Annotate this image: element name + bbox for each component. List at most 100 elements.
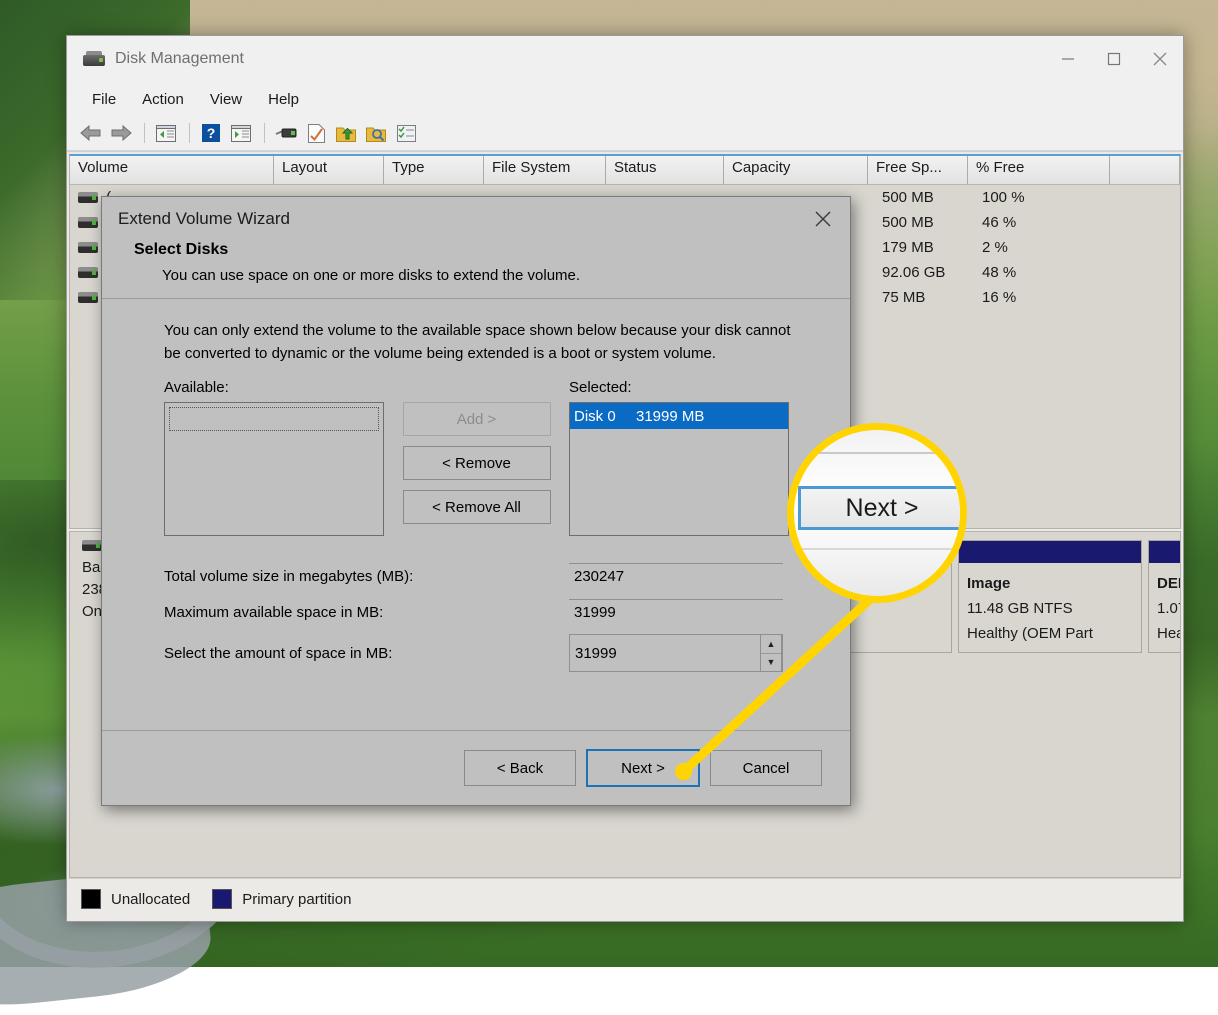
cell-free-space: 500 MB [882,214,982,231]
volume-icon [78,217,98,228]
disk-drive-icon [83,51,105,67]
export-list-icon[interactable] [332,120,360,146]
magnified-next-button: Next > [798,486,966,530]
column-header-file-system[interactable]: File System [484,156,606,184]
legend-swatch-primary-partition [212,889,232,909]
spinner-up-icon[interactable]: ▲ [761,635,781,654]
callout-target-dot [675,763,692,780]
volume-list-header: Volume Layout Type File System Status Ca… [70,156,1180,185]
maximum-available-space-label: Maximum available space in MB: [164,604,569,621]
size-fields: Total volume size in megabytes (MB): 230… [164,558,822,676]
spinner-down-icon[interactable]: ▼ [761,654,781,672]
partition-1-health: Healthy (OEM Part [967,621,1133,646]
quantity-stepper[interactable]: ▲ ▼ [760,634,782,672]
menu-bar: File Action View Help [67,82,1183,116]
partition-1-bar [959,541,1141,565]
partition-2-health: Healthy (OEM [1157,621,1181,646]
maximize-icon[interactable] [1091,36,1137,82]
menu-item-action[interactable]: Action [129,88,197,111]
wizard-blurb: You can only extend the volume to the av… [164,319,794,365]
cell-percent-free: 48 % [982,264,1082,281]
cell-percent-free: 2 % [982,239,1082,256]
window-controls [1045,36,1183,82]
partition-2[interactable]: DELLSUPPOR 1.07 GB NTFS Healthy (OEM [1148,540,1181,653]
cell-free-space: 75 MB [882,289,982,306]
legend-item-primary-partition: Primary partition [212,889,351,909]
volume-icon [78,192,98,203]
disk-picker: Add > < Remove < Remove All Disk 0 31999… [164,402,822,536]
partition-1[interactable]: Image 11.48 GB NTFS Healthy (OEM Part [958,540,1142,653]
column-header-status[interactable]: Status [606,156,724,184]
column-header-filler [1110,156,1180,184]
transfer-buttons: Add > < Remove < Remove All [384,402,569,536]
wizard-body: You can only extend the volume to the av… [102,299,850,730]
show-hide-console-tree-icon[interactable] [152,120,180,146]
selected-disks-listbox[interactable]: Disk 0 31999 MB [569,402,789,536]
available-label: Available: [164,379,569,396]
close-icon[interactable] [1137,36,1183,82]
back-arrow-icon[interactable] [77,120,105,146]
maximum-available-space-row: Maximum available space in MB: 31999 [164,594,822,630]
legend: Unallocated Primary partition [69,878,1181,919]
total-volume-size-value: 230247 [569,563,783,589]
toolbar: ? [67,116,1183,151]
svg-text:?: ? [207,125,216,141]
rescan-disks-icon[interactable] [272,120,300,146]
picker-labels: Available: Selected: [164,379,822,396]
partition-2-text: DELLSUPPOR 1.07 GB NTFS Healthy (OEM [1149,565,1181,652]
toolbar-separator [264,123,265,143]
forward-arrow-icon[interactable] [107,120,135,146]
magnifier-line-bottom [794,548,960,550]
show-hide-action-pane-icon[interactable] [227,120,255,146]
add-button[interactable]: Add > [403,402,551,436]
properties-icon[interactable] [302,120,330,146]
cell-percent-free: 100 % [982,189,1082,206]
select-amount-of-space-input[interactable]: 31999 [569,634,783,672]
column-header-capacity[interactable]: Capacity [724,156,868,184]
select-amount-of-space-label: Select the amount of space in MB: [164,645,569,662]
column-header-free-space[interactable]: Free Sp... [868,156,968,184]
partition-1-name: Image [967,571,1133,596]
minimize-icon[interactable] [1045,36,1091,82]
help-icon[interactable]: ? [197,120,225,146]
wizard-header: Select Disks You can use space on one or… [102,241,850,299]
remove-button[interactable]: < Remove [403,446,551,480]
magnify-icon[interactable] [362,120,390,146]
remove-all-button[interactable]: < Remove All [403,490,551,524]
cell-free-space: 92.06 GB [882,264,982,281]
magnifier-line-top [794,452,960,454]
column-header-layout[interactable]: Layout [274,156,384,184]
select-amount-of-space-row: Select the amount of space in MB: 31999 … [164,630,822,676]
cell-percent-free: 46 % [982,214,1082,231]
close-icon[interactable] [796,197,850,241]
back-button[interactable]: < Back [464,750,576,786]
selected-disk-name: Disk 0 [574,408,636,425]
selected-label: Selected: [569,379,632,396]
checklist-icon[interactable] [392,120,420,146]
list-item[interactable]: Disk 0 31999 MB [570,403,788,429]
window-titlebar: Disk Management [67,36,1183,82]
window-title: Disk Management [115,50,244,68]
available-disks-listbox[interactable] [164,402,384,536]
toolbar-separator [189,123,190,143]
cell-free-space: 500 MB [882,189,982,206]
column-header-percent-free[interactable]: % Free [968,156,1110,184]
menu-item-file[interactable]: File [79,88,129,111]
legend-item-unallocated: Unallocated [81,889,190,909]
wizard-subheading: You can use space on one or more disks t… [134,267,830,284]
cancel-button[interactable]: Cancel [710,750,822,786]
menu-item-help[interactable]: Help [255,88,312,111]
legend-label-unallocated: Unallocated [111,891,190,908]
cell-free-space: 179 MB [882,239,982,256]
volume-icon [78,267,98,278]
menu-item-view[interactable]: View [197,88,255,111]
maximum-available-space-value: 31999 [569,599,783,625]
partition-2-name: DELLSUPPOR [1157,571,1181,596]
available-focus-item[interactable] [169,407,379,431]
partition-1-text: Image 11.48 GB NTFS Healthy (OEM Part [959,565,1141,652]
column-header-volume[interactable]: Volume [70,156,274,184]
extend-volume-wizard-dialog: Extend Volume Wizard Select Disks You ca… [101,196,851,806]
wizard-titlebar: Extend Volume Wizard [102,197,850,241]
column-header-type[interactable]: Type [384,156,484,184]
partition-2-bar [1149,541,1181,565]
